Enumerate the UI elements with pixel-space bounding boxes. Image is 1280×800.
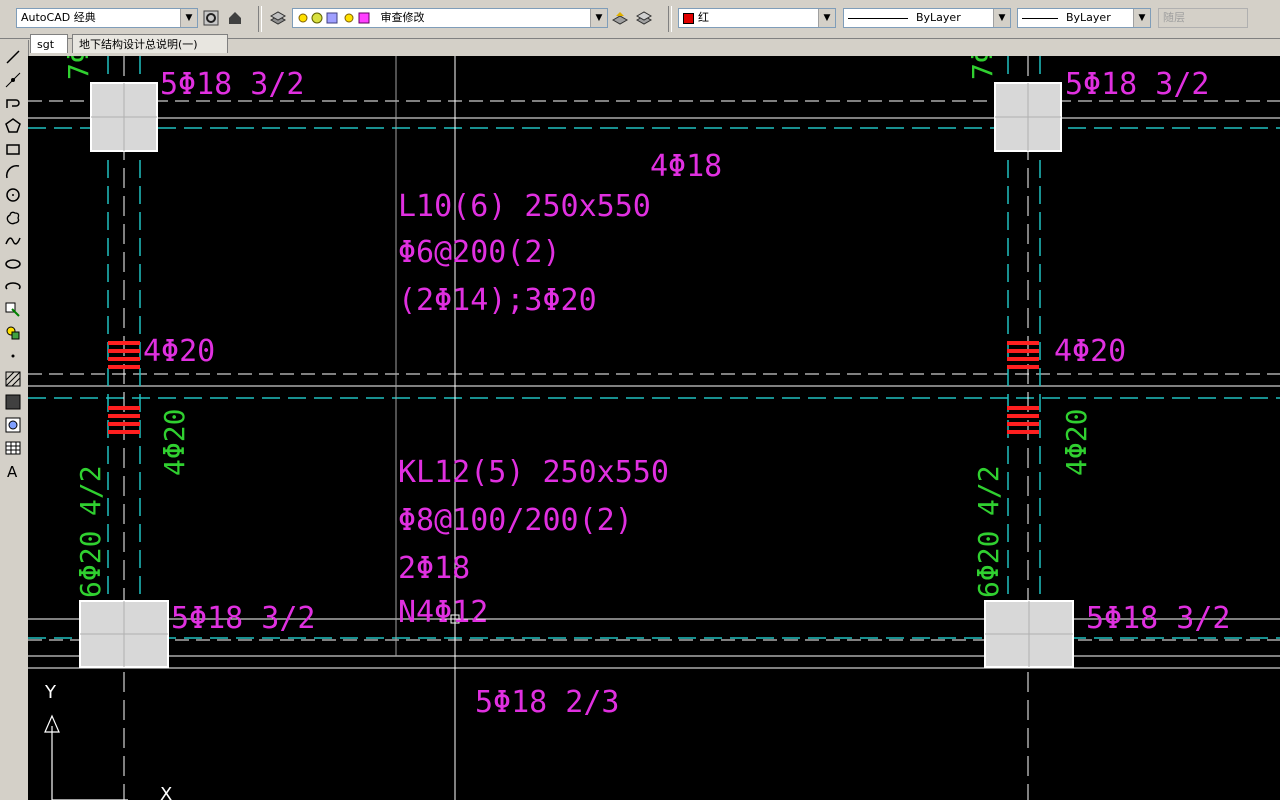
bottom-right-bars-label: 5Φ18 3/2 — [1086, 601, 1231, 636]
chevron-down-icon[interactable]: ▼ — [590, 9, 607, 27]
col-right-b-label: 6Φ20 — [972, 531, 1005, 598]
beam2-stirrup-label: Φ8@100/200(2) — [398, 503, 633, 538]
color-swatch — [683, 12, 694, 24]
revision-cloud-icon[interactable] — [4, 209, 22, 227]
vert-left-bars-label: 4Φ20 — [158, 409, 191, 476]
chevron-down-icon[interactable]: ▼ — [993, 9, 1010, 27]
lineweight-value: ByLayer — [1066, 11, 1111, 24]
col-right-a-label: 4/2 — [972, 465, 1005, 516]
line-icon[interactable] — [4, 48, 22, 66]
construction-line-icon[interactable] — [4, 71, 22, 89]
col-left-b-label: 6Φ20 — [74, 531, 107, 598]
bottom-left-bars-label: 5Φ18 3/2 — [171, 601, 316, 636]
linetype-sample — [848, 17, 908, 19]
layer-value: 审查修改 — [380, 11, 425, 24]
beam1-name-label: L10(6) 250x550 — [398, 189, 651, 224]
top-right-bars-label: 5Φ18 3/2 — [1065, 67, 1210, 102]
top-edge-left-label: 7Φ — [62, 56, 95, 80]
workspace-dropdown[interactable]: AutoCAD 经典 ▼ — [16, 8, 198, 28]
gradient-icon[interactable] — [4, 393, 22, 411]
hatch-icon[interactable] — [4, 370, 22, 388]
region-icon[interactable] — [4, 416, 22, 434]
tab-document[interactable]: 地下结构设计总说明(一) — [72, 34, 228, 53]
layer-previous-icon[interactable] — [636, 10, 652, 26]
beam2-name-label: KL12(5) 250x550 — [398, 455, 669, 490]
make-current-layer-icon[interactable] — [612, 10, 628, 26]
tab-model[interactable]: sgt — [30, 34, 68, 53]
arc-icon[interactable] — [4, 163, 22, 181]
rectangle-icon[interactable] — [4, 140, 22, 158]
color-value: 红 — [698, 11, 709, 24]
polyline-icon[interactable] — [4, 94, 22, 112]
top-edge-right-label: 7Φ — [966, 56, 999, 80]
col-left-a-label: 4/2 — [74, 465, 107, 516]
ucs-y-label: Y — [44, 682, 57, 703]
chevron-down-icon[interactable]: ▼ — [180, 9, 197, 27]
table-icon[interactable] — [4, 439, 22, 457]
top-mid-bars-label: 4Φ18 — [650, 149, 722, 184]
plot-style-value: 随层 — [1163, 11, 1185, 24]
layer-state-icons — [298, 12, 370, 24]
chevron-down-icon[interactable]: ▼ — [1133, 9, 1150, 27]
beam1-bars-label: (2Φ14);3Φ20 — [398, 283, 597, 318]
polygon-icon[interactable] — [4, 117, 22, 135]
beam2-top-label: 2Φ18 — [398, 551, 470, 586]
drawing-canvas[interactable]: 5Φ18 3/2 5Φ18 3/2 4Φ18 L10(6) 250x550 Φ6… — [28, 56, 1280, 800]
circle-icon[interactable] — [4, 186, 22, 204]
mid-left-bars-label: 4Φ20 — [143, 334, 215, 369]
multiline-text-icon[interactable]: A — [4, 462, 22, 480]
chevron-down-icon[interactable]: ▼ — [818, 9, 835, 27]
home-icon[interactable] — [227, 10, 243, 26]
svg-text:A: A — [7, 463, 18, 480]
beam1-stirrup-label: Φ6@200(2) — [398, 235, 561, 270]
top-left-bars-label: 5Φ18 3/2 — [160, 67, 305, 102]
layer-dropdown[interactable]: 审查修改 ▼ — [292, 8, 608, 28]
linetype-value: ByLayer — [916, 11, 961, 24]
draw-toolbar: A — [0, 40, 29, 800]
insert-block-icon[interactable] — [4, 301, 22, 319]
color-dropdown[interactable]: 红 ▼ — [678, 8, 836, 28]
ucs-icon — [44, 714, 128, 800]
ellipse-icon[interactable] — [4, 255, 22, 273]
lineweight-sample — [1022, 17, 1058, 19]
mid-right-bars-label: 4Φ20 — [1054, 334, 1126, 369]
tab-document-label: 地下结构设计总说明(一) — [79, 38, 198, 51]
ucs-x-label: X — [160, 784, 172, 800]
workspace-settings-icon[interactable] — [203, 10, 219, 26]
bottom-mid-bars-label: 5Φ18 2/3 — [475, 685, 620, 720]
plot-style-dropdown: 随层 — [1158, 8, 1248, 28]
spline-icon[interactable] — [4, 232, 22, 250]
vert-right-bars-label: 4Φ20 — [1060, 409, 1093, 476]
make-block-icon[interactable] — [4, 324, 22, 342]
layer-manager-icon[interactable] — [270, 10, 286, 26]
cad-drawing: 5Φ18 3/2 5Φ18 3/2 4Φ18 L10(6) 250x550 Φ6… — [28, 56, 1280, 800]
linetype-dropdown[interactable]: ByLayer ▼ — [843, 8, 1011, 28]
lineweight-dropdown[interactable]: ByLayer ▼ — [1017, 8, 1151, 28]
beam2-torsion-label: N4Φ12 — [398, 595, 488, 630]
tab-model-label: sgt — [37, 38, 55, 51]
point-icon[interactable] — [4, 347, 22, 365]
workspace-value: AutoCAD 经典 — [21, 11, 96, 24]
ellipse-arc-icon[interactable] — [4, 278, 22, 296]
